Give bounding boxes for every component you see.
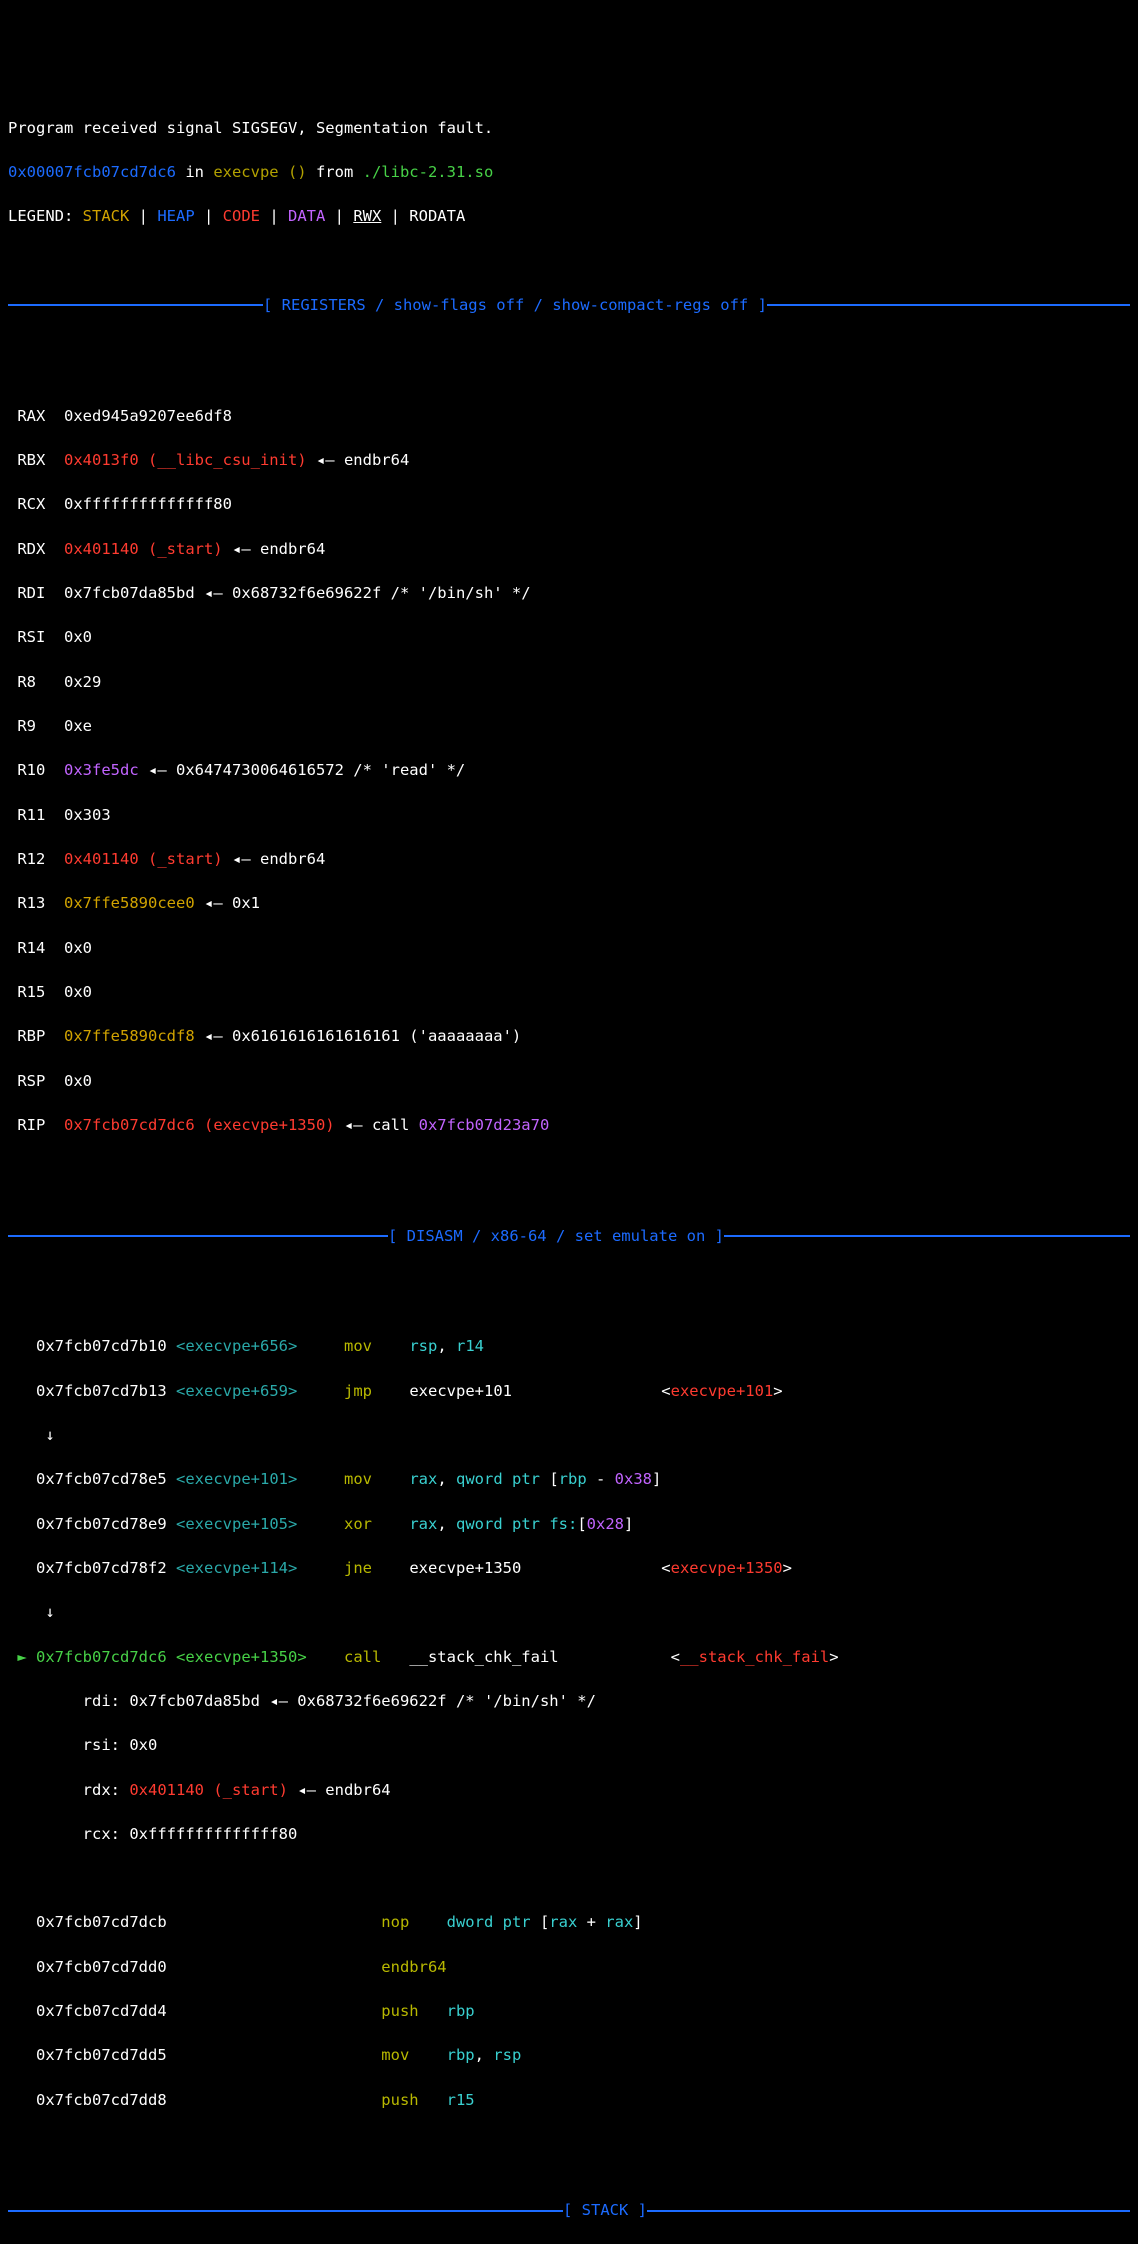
reg-rdi: RDI 0x7fcb07da85bd ◂— 0x68732f6e69622f /… bbox=[8, 582, 1130, 604]
reg-rcx: RCX 0xffffffffffffff80 bbox=[8, 493, 1130, 515]
disasm-arg: rdi: 0x7fcb07da85bd ◂— 0x68732f6e69622f … bbox=[8, 1690, 1130, 1712]
disasm-line: 0x7fcb07cd7b10 <execvpe+656> mov rsp, r1… bbox=[8, 1335, 1130, 1357]
disasm-arrow: ↓ bbox=[8, 1424, 1130, 1446]
disasm-line: 0x7fcb07cd7b13 <execvpe+659> jmp execvpe… bbox=[8, 1380, 1130, 1402]
reg-r9: R9 0xe bbox=[8, 715, 1130, 737]
disasm-line: 0x7fcb07cd7dcb nop dword ptr [rax + rax] bbox=[8, 1911, 1130, 1933]
disasm-line: 0x7fcb07cd78e5 <execvpe+101> mov rax, qw… bbox=[8, 1468, 1130, 1490]
reg-r8: R8 0x29 bbox=[8, 671, 1130, 693]
reg-rip: RIP 0x7fcb07cd7dc6 (execvpe+1350) ◂— cal… bbox=[8, 1114, 1130, 1136]
separator-registers: [ REGISTERS / show-flags off / show-comp… bbox=[8, 294, 1130, 316]
reg-rbx: RBX 0x4013f0 (__libc_csu_init) ◂— endbr6… bbox=[8, 449, 1130, 471]
crash-location: 0x00007fcb07cd7dc6 in execvpe () from ./… bbox=[8, 161, 1130, 183]
disasm-pane: 0x7fcb07cd7b10 <execvpe+656> mov rsp, r1… bbox=[8, 1313, 1130, 2133]
disasm-arg: rcx: 0xffffffffffffff80 bbox=[8, 1823, 1130, 1845]
disasm-arg: rsi: 0x0 bbox=[8, 1734, 1130, 1756]
reg-rax: RAX 0xed945a9207ee6df8 bbox=[8, 405, 1130, 427]
reg-rsi: RSI 0x0 bbox=[8, 626, 1130, 648]
blank-line bbox=[8, 1867, 1130, 1889]
reg-rdx: RDX 0x401140 (_start) ◂— endbr64 bbox=[8, 538, 1130, 560]
reg-r12: R12 0x401140 (_start) ◂— endbr64 bbox=[8, 848, 1130, 870]
reg-rsp: RSP 0x0 bbox=[8, 1070, 1130, 1092]
legend: LEGEND: STACK | HEAP | CODE | DATA | RWX… bbox=[8, 205, 1130, 227]
reg-r14: R14 0x0 bbox=[8, 937, 1130, 959]
disasm-line: 0x7fcb07cd7dd5 mov rbp, rsp bbox=[8, 2044, 1130, 2066]
reg-r11: R11 0x303 bbox=[8, 804, 1130, 826]
registers-pane: RAX 0xed945a9207ee6df8 RBX 0x4013f0 (__l… bbox=[8, 383, 1130, 1158]
disasm-current: ► 0x7fcb07cd7dc6 <execvpe+1350> call __s… bbox=[8, 1646, 1130, 1668]
reg-r15: R15 0x0 bbox=[8, 981, 1130, 1003]
disasm-line: 0x7fcb07cd78f2 <execvpe+114> jne execvpe… bbox=[8, 1557, 1130, 1579]
disasm-arrow: ↓ bbox=[8, 1601, 1130, 1623]
disasm-line: 0x7fcb07cd7dd8 push r15 bbox=[8, 2089, 1130, 2111]
reg-r13: R13 0x7ffe5890cee0 ◂— 0x1 bbox=[8, 892, 1130, 914]
disasm-line: 0x7fcb07cd7dd4 push rbp bbox=[8, 2000, 1130, 2022]
reg-rbp: RBP 0x7ffe5890cdf8 ◂— 0x6161616161616161… bbox=[8, 1025, 1130, 1047]
signal-line: Program received signal SIGSEGV, Segment… bbox=[8, 117, 1130, 139]
separator-stack: [ STACK ] bbox=[8, 2199, 1130, 2221]
disasm-line: 0x7fcb07cd78e9 <execvpe+105> xor rax, qw… bbox=[8, 1513, 1130, 1535]
disasm-line: 0x7fcb07cd7dd0 endbr64 bbox=[8, 1956, 1130, 1978]
reg-r10: R10 0x3fe5dc ◂— 0x6474730064616572 /* 'r… bbox=[8, 759, 1130, 781]
separator-disasm: [ DISASM / x86-64 / set emulate on ] bbox=[8, 1225, 1130, 1247]
disasm-arg: rdx: 0x401140 (_start) ◂— endbr64 bbox=[8, 1779, 1130, 1801]
